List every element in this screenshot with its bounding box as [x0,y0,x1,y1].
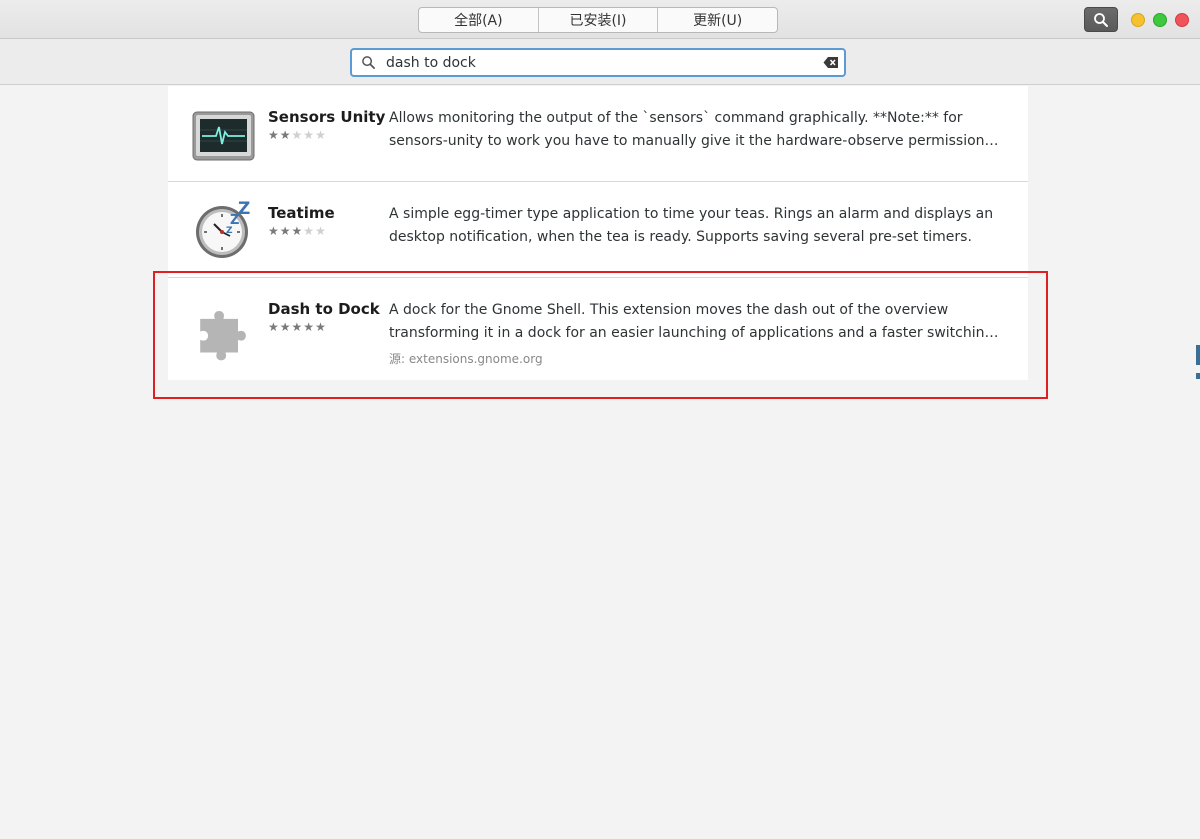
list-item[interactable]: Dash to Dock ★★★★★ A dock for the Gnome … [168,278,1028,380]
star-empty-icon: ★ [303,224,316,238]
rating-stars: ★★★★★ [268,128,327,142]
tab-updates[interactable]: 更新(U) [658,8,777,32]
star-empty-icon: ★ [279,320,292,334]
star-empty-icon: ★ [268,320,280,334]
minimize-button[interactable] [1131,13,1145,27]
app-source: 源: extensions.gnome.org [389,352,543,366]
search-icon [362,56,375,69]
edge-marker [1196,345,1200,365]
rating-stars: ★★★★★ [268,224,327,238]
search-results-list: Sensors Unity ★★★★★ Allows monitoring th… [168,86,1028,380]
app-name: Sensors Unity [268,108,386,126]
description-line: Allows monitoring the output of the `sen… [389,110,963,126]
puzzle-piece-icon [192,300,256,361]
star-filled-icon: ★ [268,224,280,238]
close-button[interactable] [1175,13,1189,27]
search-toggle-button[interactable] [1084,7,1118,32]
star-empty-icon: ★ [303,128,316,142]
star-filled-icon: ★ [279,128,292,142]
app-description: A simple egg-timer type application to t… [389,203,1001,249]
tab-all[interactable]: 全部(A) [419,8,539,32]
header-bar: 全部(A) 已安装(I) 更新(U) [0,0,1200,39]
star-empty-icon: ★ [291,128,304,142]
view-switcher: 全部(A) 已安装(I) 更新(U) [418,7,778,33]
star-empty-icon: ★ [291,320,304,334]
list-item[interactable]: Sensors Unity ★★★★★ Allows monitoring th… [168,86,1028,182]
app-name: Teatime [268,204,335,222]
tab-installed[interactable]: 已安装(I) [539,8,659,32]
maximize-button[interactable] [1153,13,1167,27]
alarm-clock-icon: Z Z Z [192,199,256,260]
description-line: A dock for the Gnome Shell. This extensi… [389,302,949,318]
description-line: desktop notification, when the tea is re… [389,229,972,245]
gnome-software-window: 全部(A) 已安装(I) 更新(U) dash to dock Sensors … [0,0,1200,839]
search-entry[interactable] [350,48,846,77]
star-empty-icon: ★ [315,224,327,238]
edge-marker [1196,373,1200,379]
star-filled-icon: ★ [268,128,280,142]
description-line: transforming it in a dock for an easier … [389,325,1001,341]
clear-text-icon[interactable] [823,56,839,69]
app-description: A dock for the Gnome Shell. This extensi… [389,299,1001,345]
svg-text:Z: Z [226,226,233,236]
system-monitor-icon [192,108,256,164]
search-icon [1094,12,1108,27]
star-empty-icon: ★ [315,320,327,334]
app-description: Allows monitoring the output of the `sen… [389,107,1001,153]
star-empty-icon: ★ [315,128,327,142]
star-filled-icon: ★ [279,224,292,238]
description-line: A simple egg-timer type application to t… [389,206,994,222]
app-name: Dash to Dock [268,300,380,318]
star-empty-icon: ★ [303,320,316,334]
star-filled-icon: ★ [291,224,304,238]
rating-stars: ★★★★★ [268,320,327,334]
description-line: sensors-unity to work you have to manual… [389,133,1001,149]
search-input[interactable] [386,52,806,73]
search-bar [0,39,1200,85]
list-item[interactable]: Z Z Z Teatime ★★★★★ A simple egg-timer t… [168,182,1028,278]
svg-text:Z: Z [238,199,250,219]
